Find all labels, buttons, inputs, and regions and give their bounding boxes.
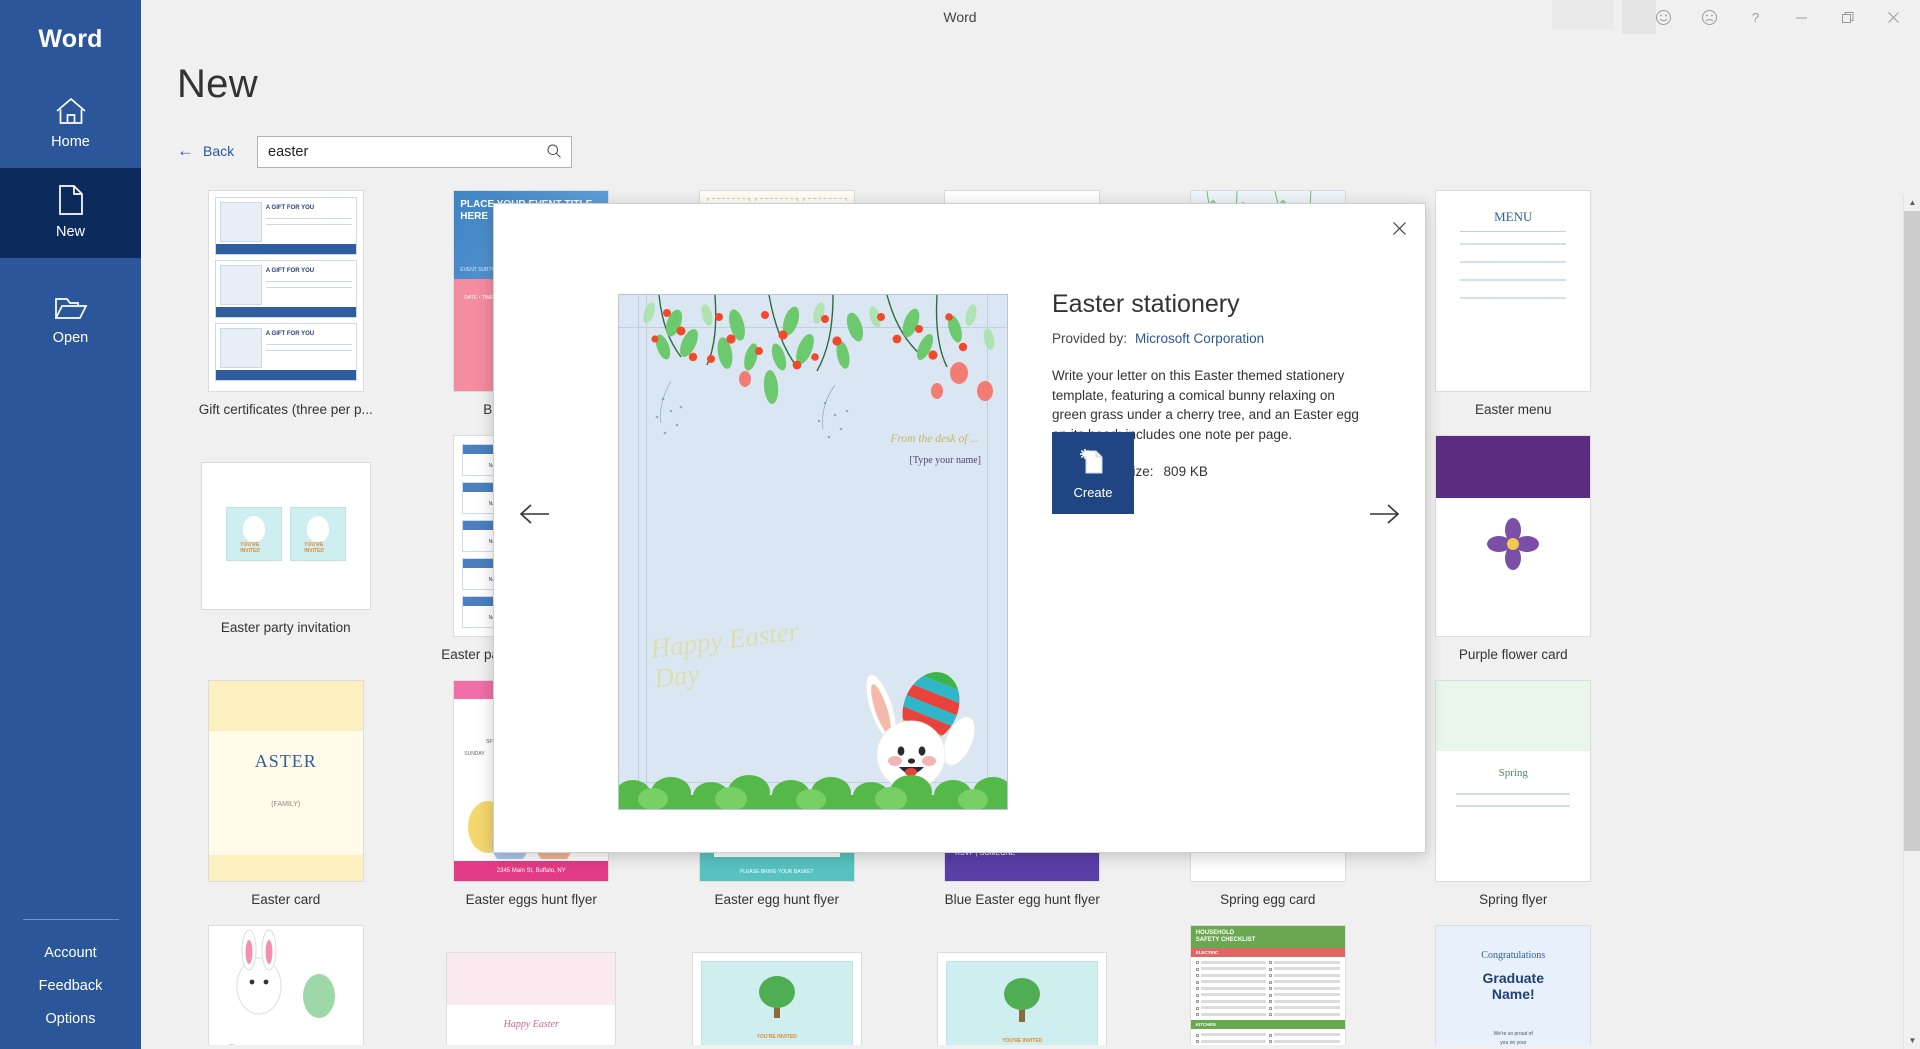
word-new-screen: Word ? Word Home New Open Account Feedba… bbox=[0, 0, 1920, 1049]
new-document-icon bbox=[1078, 447, 1108, 480]
create-label: Create bbox=[1073, 484, 1113, 500]
preview-grass bbox=[619, 775, 1007, 809]
preview-desk-text: From the desk of ... bbox=[890, 433, 979, 445]
template-preview-dialog: From the desk of ... [Type your name] Ha… bbox=[493, 203, 1426, 853]
previous-template-button[interactable] bbox=[508, 488, 562, 542]
template-provider: Provided by: Microsoft Corporation bbox=[1052, 331, 1368, 346]
next-template-button[interactable] bbox=[1357, 488, 1411, 542]
modal-overlay: From the desk of ... [Type your name] Ha… bbox=[0, 0, 1920, 1049]
template-title: Easter stationery bbox=[1052, 290, 1240, 318]
provider-label: Provided by: bbox=[1052, 331, 1128, 346]
preview-art: From the desk of ... [Type your name] Ha… bbox=[619, 295, 1007, 809]
download-size-value: 809 KB bbox=[1163, 464, 1208, 480]
preview-name-placeholder: [Type your name] bbox=[909, 455, 982, 466]
close-icon[interactable] bbox=[1381, 212, 1417, 244]
create-button[interactable]: Create bbox=[1052, 432, 1134, 514]
provider-link[interactable]: Microsoft Corporation bbox=[1135, 331, 1264, 346]
arrow-right-icon bbox=[1367, 501, 1401, 530]
arrow-left-icon bbox=[518, 501, 552, 530]
template-preview-image: From the desk of ... [Type your name] Ha… bbox=[618, 294, 1008, 810]
